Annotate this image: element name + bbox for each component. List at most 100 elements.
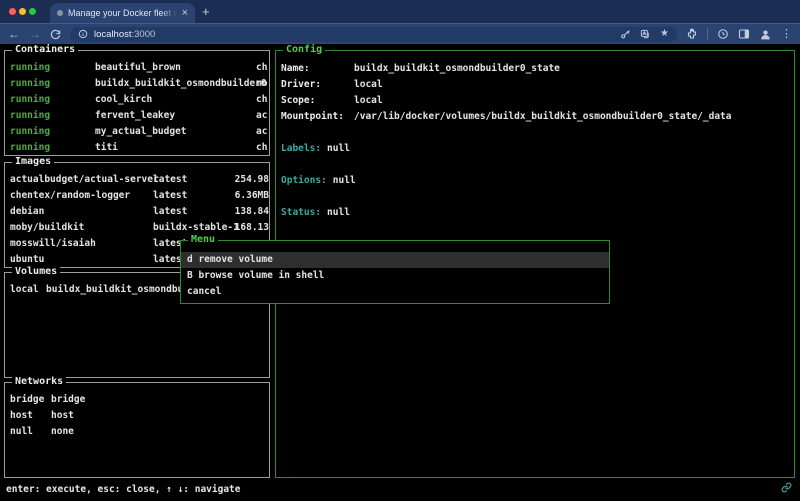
- side-panel-icon[interactable]: [738, 28, 750, 40]
- container-name: fervent_leakey: [95, 108, 256, 124]
- network-id: bridge: [10, 392, 51, 408]
- image-name: actualbudget/actual-server: [10, 172, 153, 188]
- menu-item-label: d remove volume: [187, 252, 273, 268]
- config-extra-value: null: [327, 141, 350, 157]
- image-size: 138.84: [233, 204, 269, 220]
- minimize-window-button[interactable]: [19, 8, 26, 15]
- network-name: host: [51, 408, 74, 424]
- back-icon[interactable]: ←: [8, 28, 20, 40]
- image-tag: latest: [153, 188, 233, 204]
- config-field-label: Mountpoint:: [281, 109, 354, 125]
- maximize-window-button[interactable]: [29, 8, 36, 15]
- containers-panel-title: Containers: [12, 44, 78, 56]
- image-name: chentex/random-logger: [10, 188, 153, 204]
- networks-panel: Networks bridge bridge host host null: [4, 382, 270, 478]
- context-menu: Menu d remove volume B browse volume in …: [180, 240, 610, 304]
- image-name: ubuntu: [10, 252, 153, 267]
- toolbar-separator: [707, 28, 708, 40]
- menu-item[interactable]: B browse volume in shell: [181, 268, 609, 284]
- config-field-value: local: [354, 93, 383, 109]
- config-field: Driver: local: [281, 77, 794, 93]
- network-name: bridge: [51, 392, 85, 408]
- container-image: ch: [256, 92, 269, 108]
- containers-panel: Containers running beautiful_brown ch ru…: [4, 50, 270, 156]
- new-tab-button[interactable]: +: [202, 4, 210, 19]
- config-panel-title: Config: [283, 44, 325, 56]
- config-extra-field: Status: null: [281, 205, 794, 221]
- container-name: cool_kirch: [95, 92, 256, 108]
- network-row[interactable]: null none: [5, 424, 269, 440]
- image-row[interactable]: actualbudget/actual-server latest 254.98: [5, 172, 269, 188]
- config-field-label: Name:: [281, 61, 354, 77]
- image-row[interactable]: debian latest 138.84: [5, 204, 269, 220]
- container-image: ac: [256, 108, 269, 124]
- config-field-value: local: [354, 77, 383, 93]
- config-field-value: /var/lib/docker/volumes/buildx_buildkit_…: [354, 109, 732, 125]
- container-status: running: [10, 108, 95, 124]
- forward-icon[interactable]: →: [29, 28, 41, 40]
- config-extras: Labels: null Options: null Status: null: [281, 141, 794, 221]
- container-image: ac: [256, 124, 269, 140]
- network-name: none: [51, 424, 74, 440]
- avatar[interactable]: [759, 28, 772, 41]
- browser-toolbar: ← → localhost:3000: [0, 23, 800, 44]
- image-name: moby/buildkit: [10, 220, 153, 236]
- config-extra-label: Options:: [281, 173, 327, 189]
- config-field: Scope: local: [281, 93, 794, 109]
- image-row[interactable]: chentex/random-logger latest 6.36MB: [5, 188, 269, 204]
- browser-menu-icon[interactable]: ⋮: [781, 29, 792, 40]
- config-extra-value: null: [327, 205, 350, 221]
- container-row[interactable]: running fervent_leakey ac: [5, 108, 269, 124]
- image-tag: latest: [153, 172, 233, 188]
- menu-item[interactable]: cancel: [181, 284, 609, 300]
- image-tag: latest: [153, 204, 233, 220]
- image-size: 6.36MB: [233, 188, 269, 204]
- container-row[interactable]: running my_actual_budget ac: [5, 124, 269, 140]
- config-field-label: Driver:: [281, 77, 354, 93]
- connection-link-icon: [781, 482, 792, 496]
- config-extra-label: Status:: [281, 205, 321, 221]
- config-field: Name: buildx_buildkit_osmondbuilder0_sta…: [281, 61, 794, 77]
- tab-strip: Manage your Docker fleet wi × +: [0, 0, 800, 23]
- config-field-label: Scope:: [281, 93, 354, 109]
- close-tab-icon[interactable]: ×: [182, 8, 188, 19]
- images-panel-title: Images: [12, 156, 54, 168]
- password-key-icon[interactable]: [620, 29, 631, 40]
- network-row[interactable]: bridge bridge: [5, 392, 269, 408]
- config-fields: Name: buildx_buildkit_osmondbuilder0_sta…: [281, 61, 794, 125]
- bookmark-star-icon[interactable]: ★: [660, 29, 669, 39]
- site-info-icon[interactable]: [78, 29, 88, 39]
- tab-title: Manage your Docker fleet wi: [68, 8, 177, 18]
- address-bar[interactable]: localhost:3000 ★: [70, 27, 677, 42]
- network-id: null: [10, 424, 51, 440]
- network-row[interactable]: host host: [5, 408, 269, 424]
- container-row[interactable]: running cool_kirch ch: [5, 92, 269, 108]
- image-size: 254.98: [233, 172, 269, 188]
- containers-list: running beautiful_brown ch running build…: [5, 51, 269, 155]
- networks-panel-title: Networks: [12, 376, 66, 388]
- menu-item[interactable]: d remove volume: [181, 252, 609, 268]
- container-image: ch: [256, 140, 269, 155]
- close-window-button[interactable]: [9, 8, 16, 15]
- keybinding-hints: enter: execute, esc: close, ↑ ↓: navigat…: [6, 484, 241, 495]
- extension-icon[interactable]: [717, 28, 729, 40]
- container-image: mo: [256, 76, 269, 92]
- container-row[interactable]: running beautiful_brown ch: [5, 60, 269, 76]
- refresh-icon[interactable]: [50, 29, 61, 40]
- container-status: running: [10, 124, 95, 140]
- browser-tab[interactable]: Manage your Docker fleet wi ×: [50, 3, 195, 23]
- docker-tui: Containers running beautiful_brown ch ru…: [0, 44, 800, 501]
- container-name: my_actual_budget: [95, 124, 256, 140]
- container-row[interactable]: running buildx_buildkit_osmondbuilder0 m…: [5, 76, 269, 92]
- extensions-puzzle-icon[interactable]: [686, 28, 698, 40]
- image-name: debian: [10, 204, 153, 220]
- image-row[interactable]: moby/buildkit buildx-stable-1 168.13: [5, 220, 269, 236]
- container-name: buildx_buildkit_osmondbuilder0: [95, 76, 256, 92]
- networks-list: bridge bridge host host null none: [5, 383, 269, 477]
- container-row[interactable]: running titi ch: [5, 140, 269, 155]
- config-extra-field: Options: null: [281, 173, 794, 189]
- container-name: titi: [95, 140, 256, 155]
- volume-driver: local: [10, 282, 46, 298]
- translate-icon[interactable]: [640, 29, 651, 40]
- container-image: ch: [256, 60, 269, 76]
